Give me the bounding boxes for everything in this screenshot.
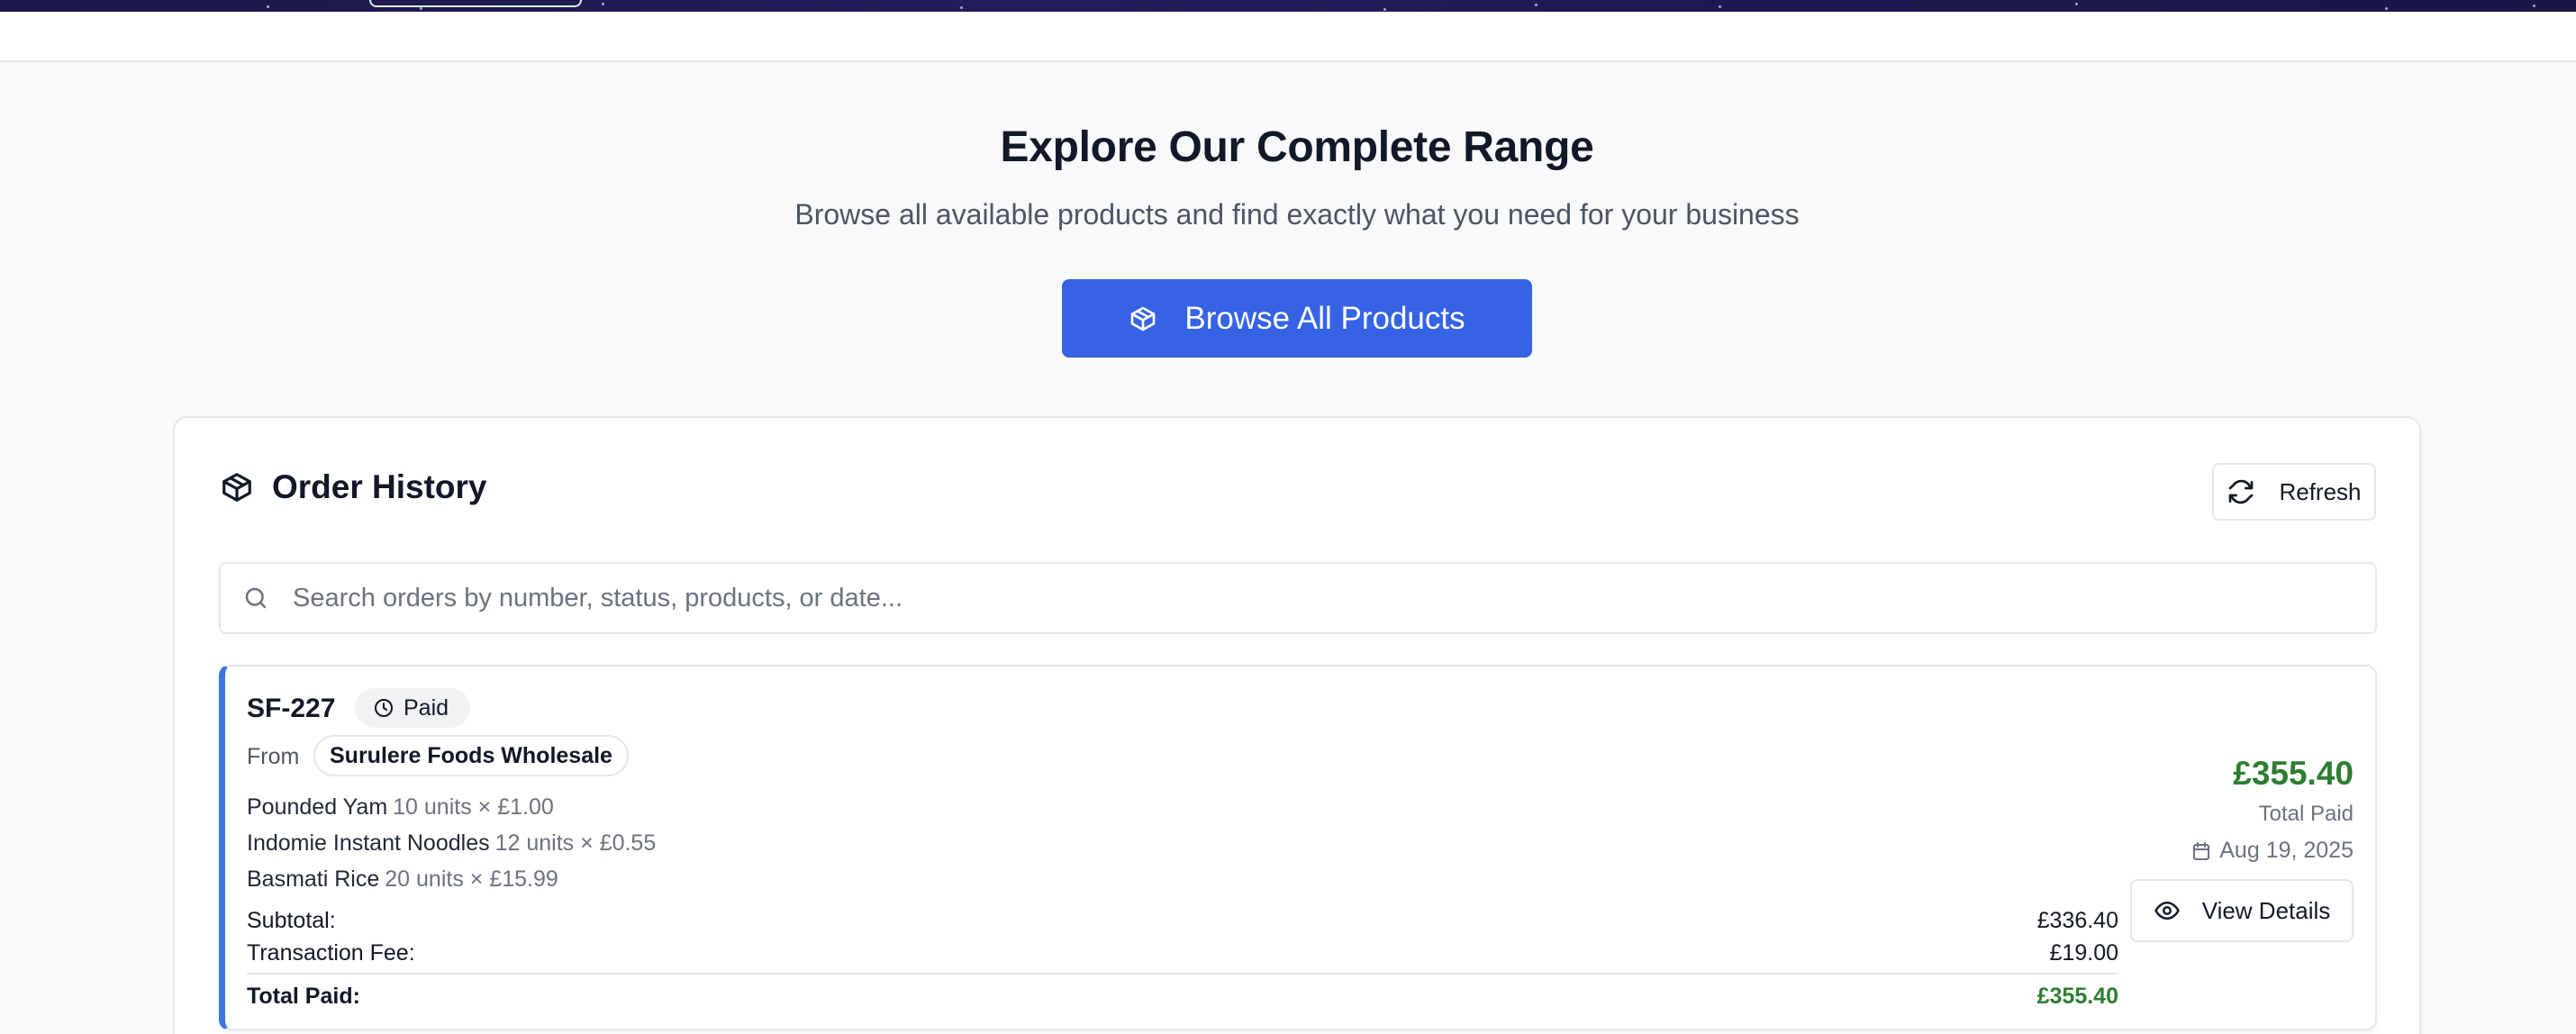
subtotal-value: £336.40	[2036, 908, 2118, 933]
supplier-badge: Surulere Foods Wholesale	[313, 735, 629, 776]
order-search-input[interactable]	[221, 564, 2375, 632]
header-bar	[0, 12, 2576, 62]
order-history-title: Order History	[272, 468, 487, 505]
order-date: Aug 19, 2025	[2083, 838, 2354, 864]
product-quantity: 10 units × £1.00	[393, 794, 554, 820]
hero-title: Explore Our Complete Range	[1000, 123, 1594, 171]
list-item: Basmati Rice 20 units × £15.99	[247, 861, 656, 897]
order-items-list: Pounded Yam 10 units × £1.00 Indomie Inst…	[247, 789, 656, 897]
view-details-label: View Details	[2201, 896, 2331, 924]
order-history-card: Order History Refresh SF-227 Paid From S…	[173, 416, 2421, 1034]
subtotal-label: Subtotal:	[247, 908, 336, 933]
status-badge: Paid	[355, 688, 471, 728]
eye-icon	[2154, 902, 2180, 920]
browse-all-products-button[interactable]: Browse All Products	[1062, 279, 1532, 358]
clock-icon	[375, 699, 393, 717]
list-item: Pounded Yam 10 units × £1.00	[247, 789, 656, 825]
refresh-button[interactable]: Refresh	[2212, 463, 2376, 521]
refresh-icon	[2229, 479, 2254, 504]
product-quantity: 12 units × £0.55	[494, 830, 657, 856]
calendar-icon	[2193, 841, 2210, 860]
order-search-box[interactable]	[219, 562, 2377, 634]
order-amount-label: Total Paid	[2258, 802, 2354, 826]
view-details-button[interactable]: View Details	[2130, 879, 2354, 942]
order-summary: £355.40 Total Paid Aug 19, 2025	[2083, 755, 2354, 864]
order-amount: £355.40	[2233, 755, 2354, 792]
list-item: Indomie Instant Noodles 12 units × £0.55	[247, 825, 656, 861]
header-nav-pill[interactable]	[369, 0, 582, 7]
order-card[interactable]: SF-227 Paid From Surulere Foods Wholesal…	[219, 665, 2377, 1030]
transaction-fee-row: Transaction Fee: £19.00	[247, 937, 2118, 969]
subtotal-row: Subtotal: £336.40	[247, 904, 2118, 937]
from-label: From	[247, 744, 300, 769]
transaction-fee-value: £19.00	[2049, 940, 2118, 966]
total-paid-row: Total Paid: £355.40	[247, 975, 2118, 1018]
search-icon	[245, 587, 267, 609]
product-name: Pounded Yam	[247, 794, 388, 820]
refresh-label: Refresh	[2279, 477, 2362, 505]
package-icon	[1131, 306, 1156, 331]
product-name: Basmati Rice	[247, 866, 380, 892]
total-paid-label: Total Paid:	[247, 984, 360, 1009]
product-name: Indomie Instant Noodles	[247, 830, 490, 856]
order-history-heading: Order History	[220, 468, 487, 506]
status-label: Paid	[404, 694, 449, 721]
hero-subtitle: Browse all available products and find e…	[794, 198, 1800, 231]
order-totals: Subtotal: £336.40 Transaction Fee: £19.0…	[247, 904, 2118, 1018]
total-paid-value: £355.40	[2036, 984, 2118, 1009]
order-number: SF-227	[247, 694, 336, 723]
package-icon	[222, 473, 251, 502]
browse-all-products-label: Browse All Products	[1184, 300, 1465, 336]
product-quantity: 20 units × £15.99	[385, 866, 558, 892]
order-date-text: Aug 19, 2025	[2219, 838, 2354, 863]
transaction-fee-label: Transaction Fee:	[247, 940, 415, 966]
